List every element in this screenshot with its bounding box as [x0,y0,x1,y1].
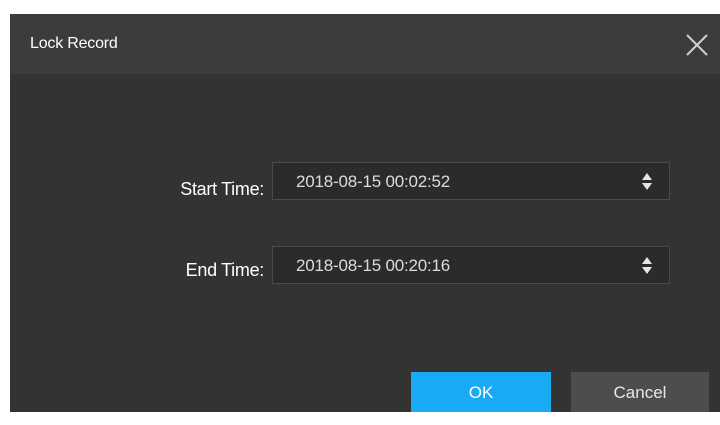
start-time-spinner-icon[interactable] [641,172,653,192]
start-time-field[interactable]: 2018-08-15 00:02:52 [272,162,670,200]
end-time-label: End Time: [185,260,265,280]
close-icon[interactable] [684,32,710,58]
end-time-value: 2018-08-15 00:20:16 [296,256,451,275]
ok-button[interactable]: OK [411,372,551,412]
dialog-titlebar: Lock Record [10,14,720,74]
end-time-spinner-icon[interactable] [641,256,653,276]
lock-record-dialog: Lock Record Start Time: 2018-08-15 00:02… [10,14,720,412]
cancel-button[interactable]: Cancel [571,372,709,412]
end-time-field[interactable]: 2018-08-15 00:20:16 [272,246,670,284]
dialog-title: Lock Record [30,35,118,52]
start-time-value: 2018-08-15 00:02:52 [296,172,451,191]
start-time-label: Start Time: [180,179,264,199]
